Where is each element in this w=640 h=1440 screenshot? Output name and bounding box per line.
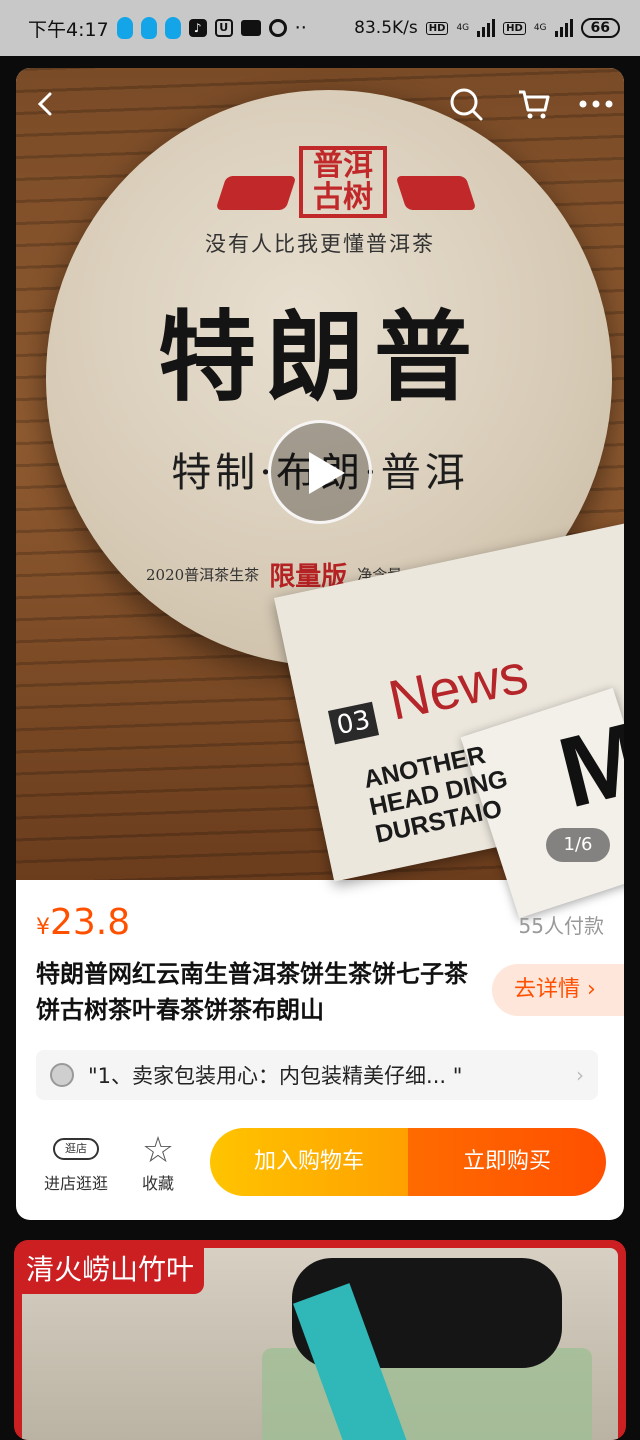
brand-seal: 普洱古树 bbox=[299, 146, 387, 218]
hd-badge: HD bbox=[425, 21, 449, 35]
cake-brand: 特朗普 bbox=[157, 300, 482, 415]
more-icon bbox=[579, 100, 613, 108]
network-type: 4G bbox=[456, 23, 470, 33]
more-notifications-icon: ·· bbox=[294, 17, 307, 39]
review-text: "1、卖家包装用心：内包装精美仔细... " bbox=[88, 1064, 463, 1088]
go-to-details-button[interactable]: 去详情 › bbox=[492, 964, 624, 1016]
battery-indicator: 66 bbox=[580, 18, 620, 38]
favorite-label: 收藏 bbox=[141, 1174, 174, 1193]
q-app-icon bbox=[268, 19, 287, 37]
review-snippet[interactable]: "1、卖家包装用心：内包装精美仔细... " › bbox=[36, 1050, 598, 1100]
price-value: 23.8 bbox=[50, 902, 131, 943]
visit-shop-button[interactable]: 逛店 进店逛逛 bbox=[36, 1132, 116, 1194]
seal-decoration bbox=[215, 176, 297, 210]
sold-count: 55人付款 bbox=[518, 914, 604, 938]
chevron-right-icon: › bbox=[576, 1063, 584, 1087]
add-to-cart-button[interactable]: 加入购物车 bbox=[210, 1128, 408, 1196]
product-image-carousel[interactable]: 普洱古树 没有人比我更懂普洱茶 特朗普 特制·布朗·普洱 2020普洱茶生茶 限… bbox=[16, 68, 624, 919]
reviewer-avatar bbox=[50, 1063, 74, 1087]
cart-icon bbox=[519, 90, 550, 119]
play-video-button[interactable] bbox=[268, 420, 372, 524]
next-product-tag: 清火崂山竹叶 bbox=[20, 1246, 205, 1294]
search-button[interactable] bbox=[442, 80, 490, 128]
image-counter: 1/6 bbox=[546, 828, 610, 862]
cart-button[interactable] bbox=[510, 80, 558, 128]
qq-icon bbox=[116, 17, 133, 39]
search-icon bbox=[450, 88, 483, 121]
product-title: 特朗普网红云南生普洱茶饼生茶饼七子茶饼古树茶叶春茶饼茶布朗山 bbox=[36, 960, 468, 1024]
network-type: 4G bbox=[533, 23, 547, 33]
shop-icon: 逛店 bbox=[53, 1138, 99, 1160]
favorite-button[interactable]: ☆ 收藏 bbox=[118, 1132, 198, 1194]
currency-symbol: ¥ bbox=[36, 915, 50, 940]
hd-badge: HD bbox=[503, 21, 526, 35]
clock: 下午4:17 bbox=[28, 18, 109, 41]
signal-icon bbox=[477, 19, 496, 37]
more-button[interactable] bbox=[572, 80, 620, 128]
visit-shop-label: 进店逛逛 bbox=[43, 1174, 108, 1193]
u-app-icon: U bbox=[214, 19, 233, 37]
cake-year: 2020普洱茶生茶 bbox=[146, 566, 260, 584]
product-info: ¥23.8 55人付款 特朗普网红云南生普洱茶饼生茶饼七子茶饼古树茶叶春茶饼茶布… bbox=[16, 880, 624, 1220]
cake-slogan: 没有人比我更懂普洱茶 bbox=[205, 232, 435, 256]
buy-now-button[interactable]: 立即购买 bbox=[408, 1128, 606, 1196]
star-icon: ☆ bbox=[141, 1130, 175, 1171]
net-speed: 83.5K/s bbox=[354, 18, 418, 38]
tiktok-icon: ♪ bbox=[188, 19, 207, 37]
qq-icon bbox=[140, 17, 157, 39]
back-button[interactable] bbox=[22, 80, 70, 128]
seal-decoration bbox=[395, 176, 477, 210]
product-card: 普洱古树 没有人比我更懂普洱茶 特朗普 特制·布朗·普洱 2020普洱茶生茶 限… bbox=[16, 68, 624, 1220]
next-product-card[interactable]: 清火崂山竹叶 bbox=[14, 1240, 626, 1440]
back-icon bbox=[37, 92, 52, 116]
price: ¥23.8 bbox=[36, 902, 130, 943]
signal-icon bbox=[554, 19, 573, 37]
status-bar: 下午4:17 ♪ U ·· 83.5K/s HD 4G HD 4G 66 bbox=[0, 0, 640, 56]
message-icon bbox=[240, 20, 261, 36]
qq-icon bbox=[164, 17, 181, 39]
